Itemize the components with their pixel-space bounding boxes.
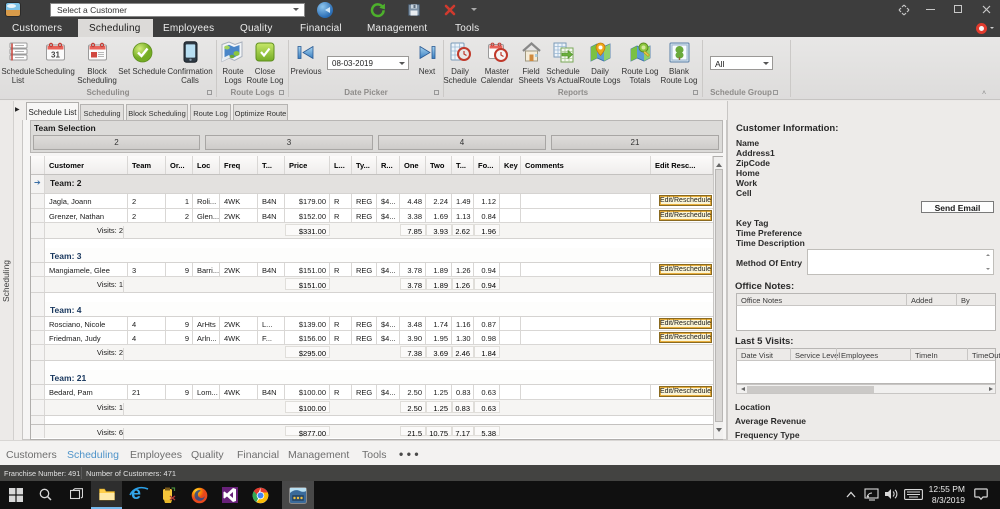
svg-text:31: 31	[51, 51, 60, 60]
